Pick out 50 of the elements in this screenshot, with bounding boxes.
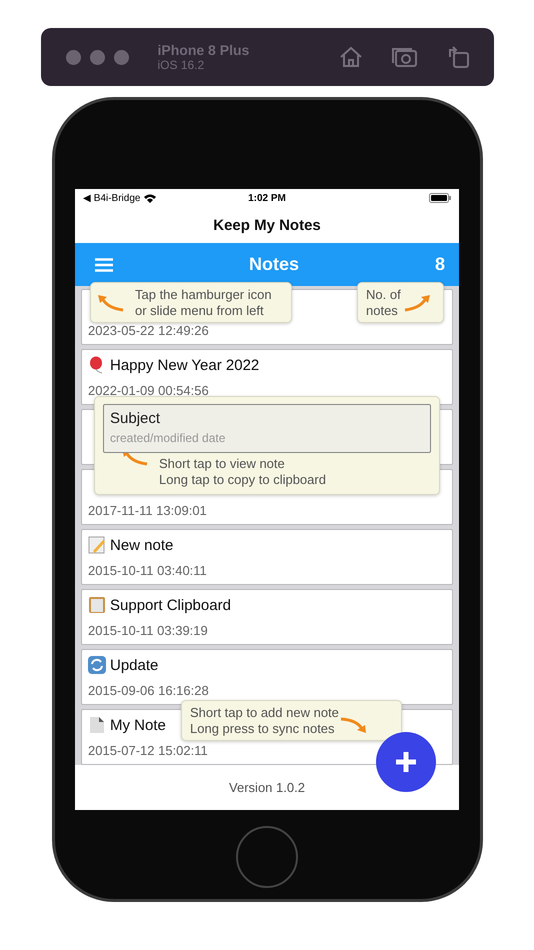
menu-icon[interactable] (95, 258, 113, 272)
hint-text: No. of (366, 286, 401, 302)
hint-text: or slide menu from left (135, 302, 265, 318)
back-to-app-link[interactable]: ◀ B4i-Bridge (83, 192, 140, 204)
battery-icon (428, 193, 451, 203)
hint-text: Short tap to view note (159, 456, 286, 472)
app-title: Keep My Notes (212, 216, 322, 236)
note-title: Happy New Year 2022 (110, 356, 260, 374)
note-date: 2015-10-11 03:40:11 (88, 563, 208, 578)
note-date: 2015-09-06 16:16:28 (88, 683, 210, 698)
hint-text: Long press to sync notes (190, 720, 336, 736)
status-time: 1:02 PM (248, 192, 286, 204)
note-title: My Note (110, 716, 166, 734)
header-title: Notes (248, 254, 300, 275)
note-date: 2023-05-22 12:49:26 (88, 323, 210, 338)
os-version: iOS 16.2 (158, 58, 206, 72)
note-card[interactable]: Update 2015-09-06 16:16:28 (81, 649, 453, 705)
home-button[interactable] (236, 826, 298, 888)
window-control-dot[interactable] (66, 50, 80, 64)
wifi-icon (144, 194, 156, 202)
arrow-icon (338, 716, 367, 734)
note-date: 2022-01-09 00:54:56 (88, 383, 210, 398)
note-card[interactable]: New note 2015-10-11 03:40:11 (81, 529, 453, 585)
notepad-pencil-icon (88, 536, 106, 554)
clipboard-icon (88, 596, 106, 614)
arrow-icon (97, 294, 125, 312)
hint-text: Short tap to add new note (190, 704, 339, 720)
note-title: Update (110, 656, 158, 674)
sync-icon (88, 656, 106, 674)
window-control-dot[interactable] (90, 50, 104, 64)
hint-text: Long tap to copy to clipboard (159, 472, 326, 488)
device-name: iPhone 8 Plus (158, 42, 250, 58)
home-icon[interactable] (338, 45, 364, 69)
note-card[interactable]: Support Clipboard 2015-10-11 03:39:19 (81, 589, 453, 645)
note-date: 2015-07-12 15:02:11 (88, 743, 209, 758)
sample-date: created/modified date (110, 430, 226, 446)
plus-icon (394, 750, 418, 774)
note-title: New note (110, 536, 174, 554)
hint-text: notes (366, 302, 399, 318)
document-icon (88, 716, 106, 734)
window-control-dot[interactable] (114, 50, 128, 64)
note-date: 2017-11-11 13:09:01 (88, 503, 208, 518)
camera-icon[interactable] (392, 45, 418, 69)
hint-text: Tap the hamburger icon (135, 286, 272, 302)
note-date: 2015-10-11 03:39:19 (88, 623, 209, 638)
arrow-icon (402, 294, 431, 312)
sample-subject: Subject (110, 411, 162, 427)
note-title: Support Clipboard (110, 596, 231, 614)
note-count: 8 (434, 254, 445, 275)
version-label: Version 1.0.2 (229, 780, 305, 795)
